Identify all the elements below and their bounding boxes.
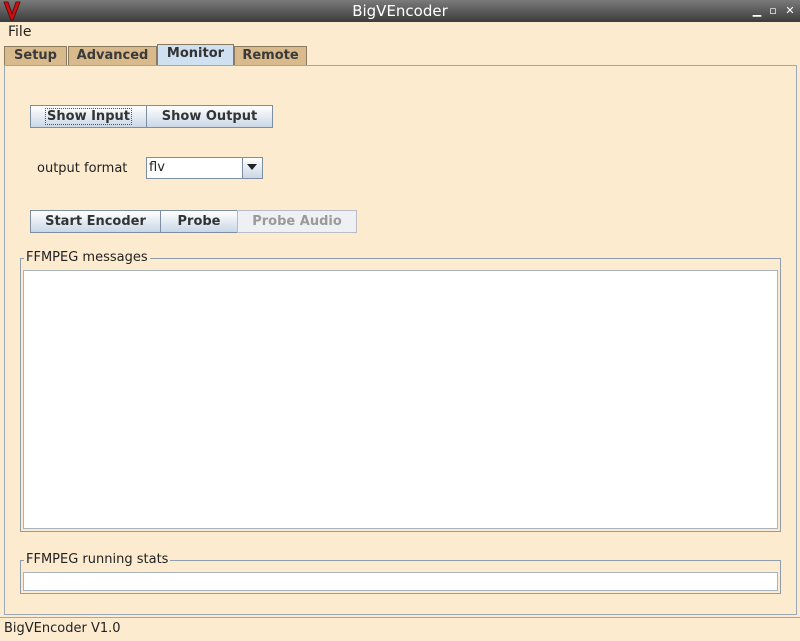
show-input-button[interactable]: Show Input bbox=[30, 105, 147, 128]
tab-setup[interactable]: Setup bbox=[4, 46, 67, 65]
menu-bar: File bbox=[0, 22, 800, 43]
title-bar[interactable]: BigVEncoder ▁ ▫ ✕ bbox=[0, 0, 800, 22]
output-format-select[interactable]: flv bbox=[146, 157, 263, 179]
output-format-value: flv bbox=[149, 160, 165, 175]
start-encoder-button[interactable]: Start Encoder bbox=[30, 210, 161, 233]
tab-monitor[interactable]: Monitor bbox=[157, 44, 234, 66]
show-output-button[interactable]: Show Output bbox=[146, 105, 273, 128]
ffmpeg-messages-textarea[interactable] bbox=[23, 270, 778, 529]
close-icon[interactable]: ✕ bbox=[783, 4, 797, 18]
ffmpeg-stats-title: FFMPEG running stats bbox=[24, 552, 171, 567]
maximize-icon[interactable]: ▫ bbox=[766, 4, 780, 18]
ffmpeg-stats-field[interactable] bbox=[23, 572, 778, 591]
status-text: BigVEncoder V1.0 bbox=[4, 621, 121, 636]
tab-bar: Setup Advanced Monitor Remote bbox=[0, 43, 800, 66]
status-bar: BigVEncoder V1.0 bbox=[0, 617, 800, 641]
probe-audio-button[interactable]: Probe Audio bbox=[237, 210, 357, 233]
show-input-label: Show Input bbox=[45, 108, 132, 125]
window-title: BigVEncoder bbox=[352, 2, 448, 20]
dropdown-arrow-button[interactable] bbox=[242, 158, 262, 178]
minimize-icon[interactable]: ▁ bbox=[750, 4, 764, 18]
tab-advanced[interactable]: Advanced bbox=[68, 46, 157, 65]
chevron-down-icon bbox=[247, 164, 257, 170]
output-format-label: output format bbox=[37, 161, 128, 176]
ffmpeg-messages-title: FFMPEG messages bbox=[24, 250, 150, 265]
probe-button[interactable]: Probe bbox=[160, 210, 238, 233]
tab-remote[interactable]: Remote bbox=[234, 46, 307, 65]
menu-file[interactable]: File bbox=[8, 24, 31, 40]
